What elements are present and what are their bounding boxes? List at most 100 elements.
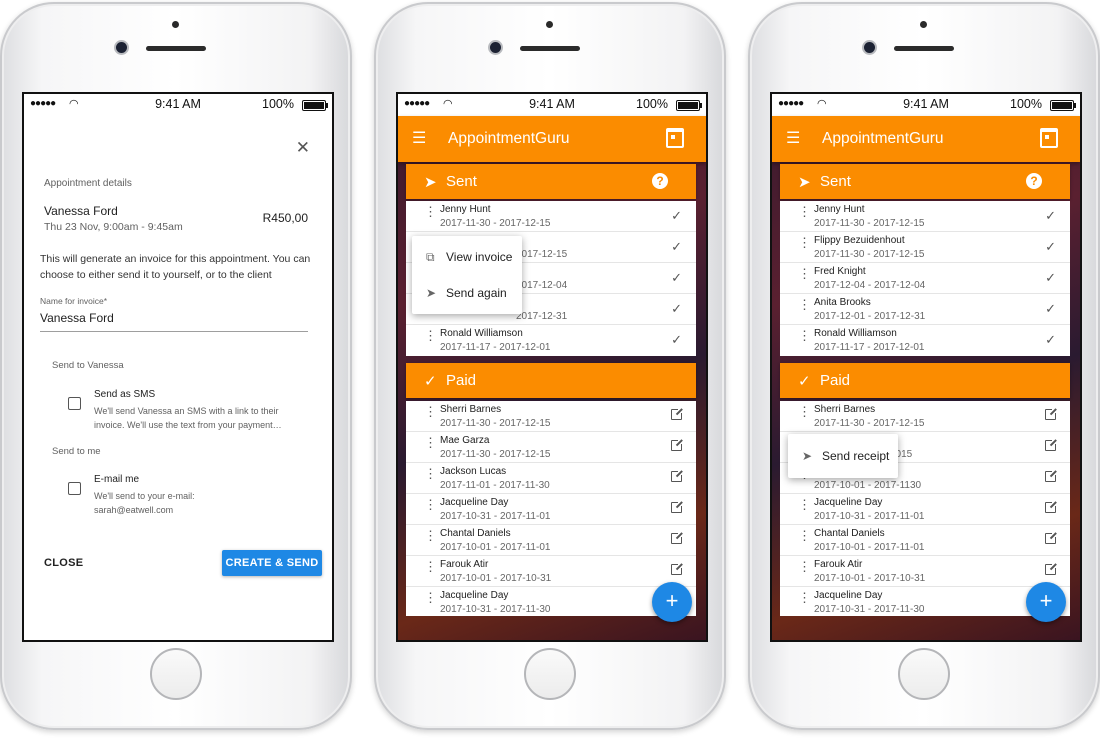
more-vert-icon[interactable]: ⋮ (424, 205, 437, 218)
more-vert-icon[interactable]: ⋮ (424, 467, 437, 480)
list-item[interactable]: ⋮ Flippy Bezuidenhout 2017-11-30 - 2017-12… (780, 232, 1070, 263)
more-vert-icon[interactable]: ⋮ (798, 529, 811, 542)
paid-section-title: Paid (820, 372, 851, 389)
client-name: Vanessa Ford (44, 204, 118, 218)
invoice-name-input[interactable]: Vanessa Ford (40, 311, 308, 332)
help-icon[interactable]: ? (652, 173, 668, 189)
more-vert-icon[interactable]: ⋮ (798, 298, 811, 311)
open-in-new-icon[interactable] (1045, 439, 1057, 451)
more-vert-icon[interactable]: ⋮ (798, 205, 811, 218)
open-in-new-icon[interactable] (1045, 563, 1057, 575)
open-in-new-icon[interactable] (671, 532, 683, 544)
list-item[interactable]: ⋮ Jenny Hunt 2017-11-30 - 2017-12-15 ✓ (406, 201, 696, 232)
check-icon: ✓ (1045, 332, 1056, 347)
menu-icon[interactable]: ☰ (786, 128, 800, 148)
sms-label: Send as SMS (94, 389, 156, 400)
check-icon: ✓ (798, 373, 811, 390)
list-item[interactable]: ⋮ Farouk Atir 2017-10-01 - 2017-10-31 (406, 556, 696, 587)
appointment-price: R450,00 (262, 211, 308, 225)
more-vert-icon[interactable]: ⋮ (424, 560, 437, 573)
email-description-line-1: We'll send to your e-mail: (94, 491, 195, 501)
list-item[interactable]: ⋮ Anita Brooks 2017-12-01 - 2017-12-31 ✓ (780, 294, 1070, 325)
list-item[interactable]: ⋮ Farouk Atir 2017-10-01 - 2017-10-31 (780, 556, 1070, 587)
paid-list: ⋮ Sherri Barnes 2017-11-30 - 2017-12-15 ⋮ M… (406, 401, 696, 616)
open-in-new-icon[interactable] (671, 408, 683, 420)
open-in-new-icon[interactable] (671, 501, 683, 513)
more-vert-icon[interactable]: ⋮ (424, 529, 437, 542)
phone-1: ●●●●● ◠ 9:41 AM 100% ✕ Appointment detai… (0, 2, 352, 730)
open-in-new-icon[interactable] (1045, 470, 1057, 482)
sent-section-header: ➤ Sent ? (780, 164, 1070, 199)
more-vert-icon[interactable]: ⋮ (424, 591, 437, 604)
more-vert-icon[interactable]: ⋮ (424, 436, 437, 449)
front-camera (490, 42, 501, 53)
menu-icon[interactable]: ☰ (412, 128, 426, 148)
more-vert-icon[interactable]: ⋮ (424, 329, 437, 342)
home-button[interactable] (150, 648, 202, 700)
help-icon[interactable]: ? (1026, 173, 1042, 189)
send-receipt-menu-item[interactable]: ➤ Send receipt (802, 449, 889, 463)
sent-section-title: Sent (446, 173, 477, 190)
more-vert-icon[interactable]: ⋮ (798, 591, 811, 604)
calendar-icon[interactable] (1040, 128, 1058, 148)
send-again-menu-item[interactable]: ➤ Send again (426, 286, 507, 300)
list-item[interactable]: ⋮ Ronald Williamson 2017-11-17 - 2017-12-0… (780, 325, 1070, 355)
front-sensor (546, 21, 553, 28)
more-vert-icon[interactable]: ⋮ (798, 498, 811, 511)
check-icon: ✓ (671, 270, 682, 285)
list-item[interactable]: ⋮ Sherri Barnes 2017-11-30 - 2017-12-15 (406, 401, 696, 432)
open-in-new-icon[interactable] (671, 563, 683, 575)
check-icon: ✓ (1045, 301, 1056, 316)
list-item[interactable]: ⋮ Jacqueline Day 2017-10-31 - 2017-11-01 (406, 494, 696, 525)
email-checkbox[interactable] (68, 482, 81, 495)
paid-section-header: ✓ Paid (406, 363, 696, 398)
add-fab-button[interactable]: + (1026, 582, 1066, 622)
invoices-screen-sent-menu: ●●●●● ◠ 9:41 AM 100% ☰ AppointmentGuru ➤… (396, 92, 708, 642)
add-fab-button[interactable]: + (652, 582, 692, 622)
open-in-new-icon[interactable] (1045, 408, 1057, 420)
list-item[interactable]: ⋮ Chantal Daniels 2017-10-01 - 2017-11-01 (780, 525, 1070, 556)
more-vert-icon[interactable]: ⋮ (798, 405, 811, 418)
open-in-new-icon[interactable] (671, 439, 683, 451)
paid-section-header: ✓ Paid (780, 363, 1070, 398)
home-button[interactable] (524, 648, 576, 700)
send-icon: ➤ (424, 174, 437, 191)
list-item[interactable]: ⋮ Jenny Hunt 2017-11-30 - 2017-12-15 ✓ (780, 201, 1070, 232)
open-in-new-icon[interactable] (671, 470, 683, 482)
battery-percent: 100% (262, 97, 294, 111)
calendar-icon[interactable] (666, 128, 684, 148)
close-button[interactable]: CLOSE (44, 557, 83, 569)
more-vert-icon[interactable]: ⋮ (798, 560, 811, 573)
earpiece-speaker (146, 46, 206, 51)
list-item[interactable]: ⋮ Mae Garza 2017-11-30 - 2017-12-15 (406, 432, 696, 463)
check-icon: ✓ (671, 332, 682, 347)
invoice-dialog-screen: ●●●●● ◠ 9:41 AM 100% ✕ Appointment detai… (22, 92, 334, 642)
send-icon: ➤ (802, 449, 813, 463)
list-item[interactable]: ⋮ Sherri Barnes 2017-11-30 - 2017-12-15 (780, 401, 1070, 432)
invoice-description: This will generate an invoice for this a… (40, 253, 311, 281)
list-item[interactable]: ⋮ Fred Knight 2017-12-04 - 2017-12-04 ✓ (780, 263, 1070, 294)
status-bar: ●●●●● ◠ 9:41 AM 100% (398, 94, 706, 116)
app-title: AppointmentGuru (448, 130, 570, 147)
close-icon[interactable]: ✕ (296, 138, 310, 158)
view-invoice-menu-item[interactable]: ⧉ View invoice (426, 250, 512, 265)
home-button[interactable] (898, 648, 950, 700)
front-camera (116, 42, 127, 53)
send-to-client-title: Send to Vanessa (52, 360, 124, 371)
email-label: E-mail me (94, 474, 140, 485)
more-vert-icon[interactable]: ⋮ (424, 405, 437, 418)
more-vert-icon[interactable]: ⋮ (798, 236, 811, 249)
check-icon: ✓ (671, 301, 682, 316)
open-in-new-icon[interactable] (1045, 501, 1057, 513)
check-icon: ✓ (671, 239, 682, 254)
list-item[interactable]: ⋮ Ronald Williamson 2017-11-17 - 2017-12-0… (406, 325, 696, 355)
sms-checkbox[interactable] (68, 397, 81, 410)
more-vert-icon[interactable]: ⋮ (798, 329, 811, 342)
more-vert-icon[interactable]: ⋮ (798, 267, 811, 280)
list-item[interactable]: ⋮ Jackson Lucas 2017-11-01 - 2017-11-30 (406, 463, 696, 494)
list-item[interactable]: ⋮ Jacqueline Day 2017-10-31 - 2017-11-01 (780, 494, 1070, 525)
list-item[interactable]: ⋮ Chantal Daniels 2017-10-01 - 2017-11-01 (406, 525, 696, 556)
more-vert-icon[interactable]: ⋮ (424, 498, 437, 511)
open-in-new-icon[interactable] (1045, 532, 1057, 544)
create-and-send-button[interactable]: CREATE & SEND (222, 550, 322, 576)
